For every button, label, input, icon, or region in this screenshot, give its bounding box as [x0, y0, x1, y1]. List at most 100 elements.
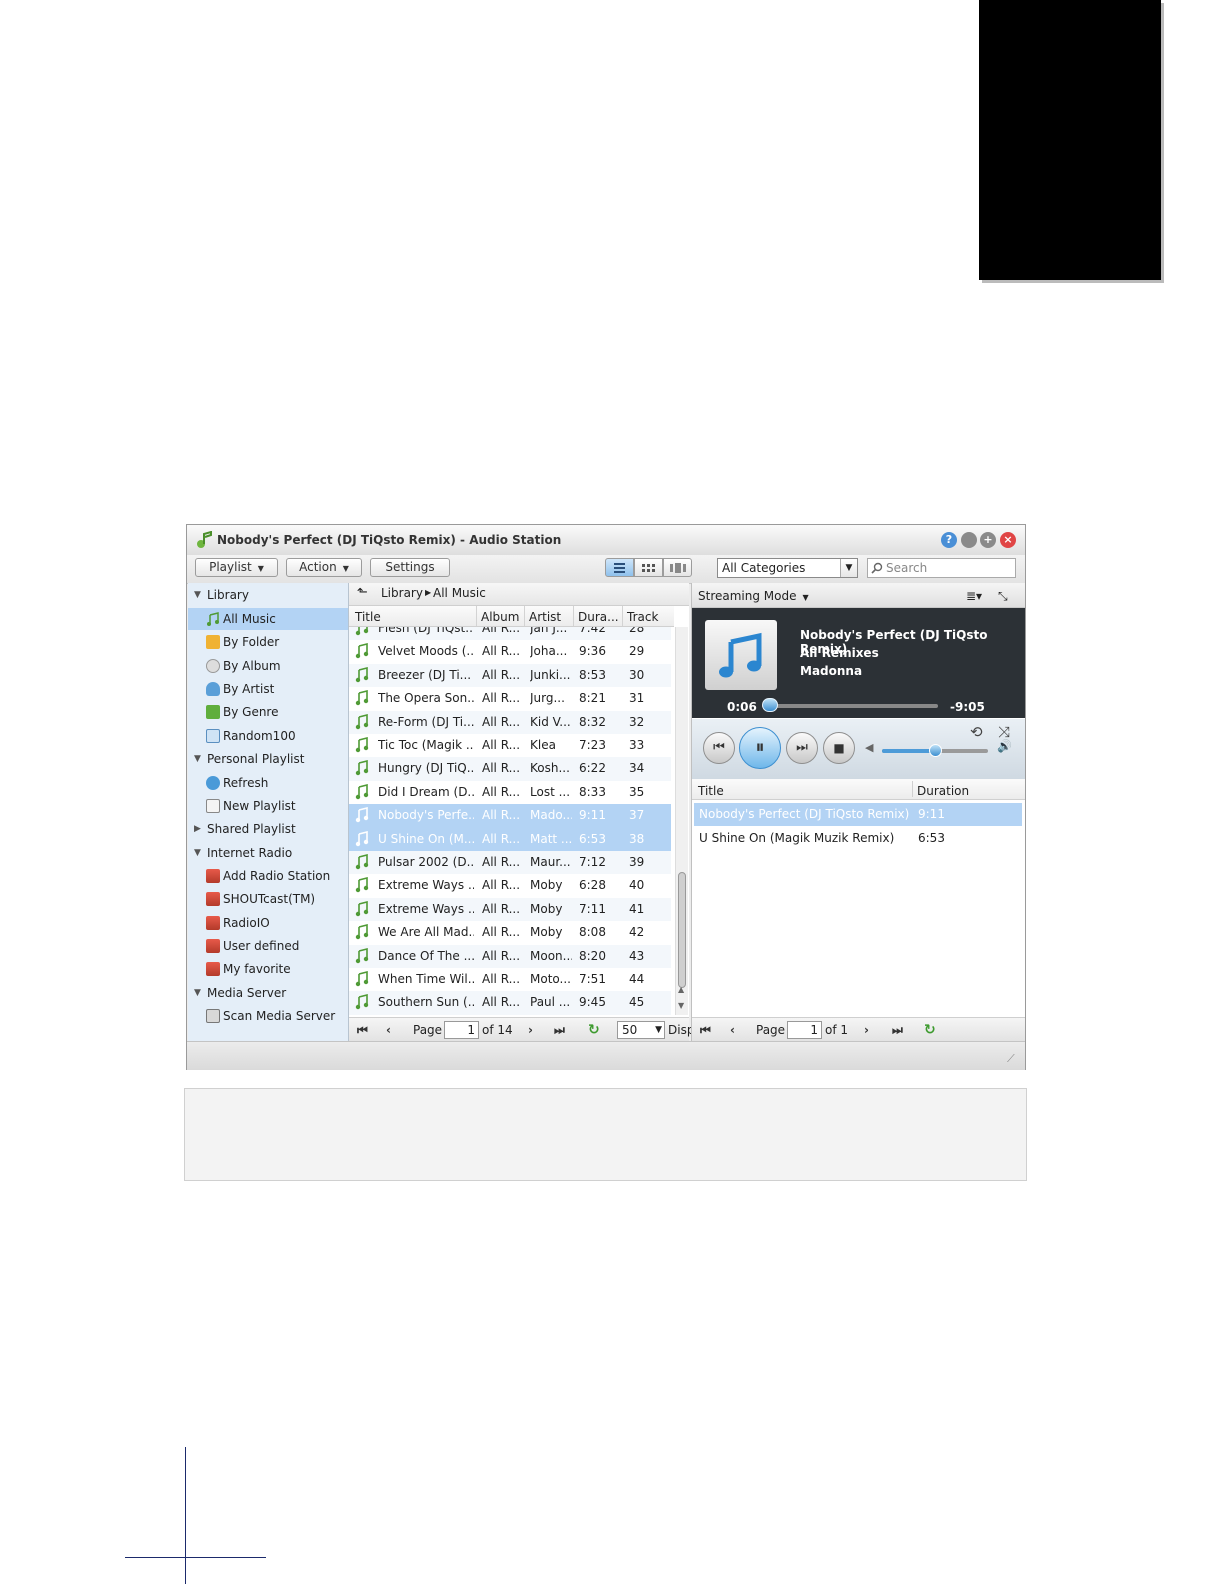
stop-icon[interactable]: ■: [823, 732, 855, 764]
table-row[interactable]: Velvet Moods (... All R... Joha... 9:36 29: [349, 640, 671, 663]
progress-handle[interactable]: [761, 698, 778, 712]
table-row[interactable]: Dance Of The ... All R... Moon... 8:20 43: [349, 944, 671, 968]
search-input[interactable]: Search: [867, 558, 1016, 578]
sidebar-item-my-favorite[interactable]: My favorite: [188, 958, 348, 980]
scrollbar-thumb[interactable]: [678, 872, 686, 988]
volume-mute-icon[interactable]: ◀: [865, 741, 873, 754]
volume-max-icon[interactable]: 🔊: [997, 739, 1012, 753]
list-options-icon[interactable]: ≣▾: [966, 583, 982, 609]
caption-box: [184, 1088, 1027, 1181]
sidebar-item-by-artist[interactable]: By Artist: [188, 678, 348, 700]
repeat-icon[interactable]: ⟲: [970, 723, 983, 741]
table-row[interactable]: We Are All Mad... All R... Moby 8:08 42: [349, 921, 671, 944]
page-number-input[interactable]: 1: [444, 1021, 479, 1039]
sidebar-item-user-defined[interactable]: User defined: [188, 935, 348, 957]
sidebar-item-library[interactable]: ▼ Library: [188, 584, 348, 606]
column-track[interactable]: Track: [623, 606, 674, 626]
prev-page-icon[interactable]: ‹: [386, 1018, 391, 1042]
per-page-select[interactable]: 50 ▼: [617, 1021, 665, 1039]
close-icon[interactable]: ×: [1000, 532, 1016, 548]
cell-track: 41: [629, 901, 645, 916]
category-select[interactable]: All Categories ▼: [717, 558, 858, 578]
next-track-icon[interactable]: ⏭: [786, 732, 818, 764]
sidebar-item-internet-radio[interactable]: ▼ Internet Radio: [188, 842, 348, 864]
table-row[interactable]: Hungry (DJ TiQ... All R... Kosh... 6:22 34: [349, 757, 671, 781]
sidebar-item-media-server[interactable]: ▼ Media Server: [188, 982, 348, 1004]
scroll-down-icon[interactable]: ▼: [678, 1001, 684, 1010]
cell-artist: Jan J...: [530, 627, 568, 635]
breadcrumb-root[interactable]: Library: [381, 583, 423, 603]
sidebar-item-add-radio-station[interactable]: Add Radio Station: [188, 865, 348, 887]
sidebar-item-all-music[interactable]: All Music: [188, 608, 348, 630]
breadcrumb-current: All Music: [433, 586, 486, 600]
cell-duration: 6:22: [579, 761, 606, 776]
sidebar-item-refresh[interactable]: Refresh: [188, 772, 348, 794]
list-view-button[interactable]: [605, 558, 634, 577]
first-page-icon[interactable]: ⏮: [357, 1018, 368, 1042]
column-duration[interactable]: Dura...: [574, 606, 623, 626]
progress-bar[interactable]: [762, 704, 938, 708]
sidebar-item-shared-playlist[interactable]: ▶ Shared Playlist: [188, 818, 348, 840]
table-row[interactable]: The Opera Son... All R... Jurg... 8:21 31: [349, 687, 671, 710]
settings-button[interactable]: Settings: [370, 558, 450, 577]
prev-page-icon[interactable]: ‹: [730, 1018, 735, 1042]
pause-icon[interactable]: ⏸: [739, 727, 781, 769]
playlist-button[interactable]: Playlist ▼: [195, 558, 278, 577]
maximize-icon[interactable]: +: [980, 532, 996, 548]
queue-page-input[interactable]: 1: [787, 1021, 822, 1039]
mini-player-icon[interactable]: ⤡: [998, 583, 1008, 609]
volume-handle[interactable]: [929, 744, 942, 757]
play-queue-pager: ⏮ ‹ Page 1 of 1 › ⏭ ↻: [692, 1017, 1025, 1042]
table-row[interactable]: Nobody's Perfe... All R... Mado... 9:11 37: [349, 804, 671, 828]
help-icon[interactable]: ?: [941, 532, 957, 548]
table-row[interactable]: When Time Wil... All R... Moto... 7:51 44: [349, 968, 671, 991]
table-row[interactable]: Re-Form (DJ Ti... All R... Kid V... 8:32 32: [349, 710, 671, 734]
sidebar-item-random100[interactable]: Random100: [188, 725, 348, 747]
sidebar-item-by-folder[interactable]: By Folder: [188, 631, 348, 653]
scroll-up-icon[interactable]: ▲: [678, 985, 684, 994]
cell-duration: 7:12: [579, 855, 606, 869]
grid-view-button[interactable]: [634, 558, 663, 577]
table-row[interactable]: Southern Sun (... All R... Paul ... 9:45 45: [349, 991, 671, 1015]
previous-track-icon[interactable]: ⏮: [703, 732, 735, 764]
sidebar-item-personal-playlist[interactable]: ▼ Personal Playlist: [188, 748, 348, 770]
sidebar-item-scan-media-server[interactable]: Scan Media Server: [188, 1005, 348, 1027]
song-list-scrollbar[interactable]: ▲ ▼: [675, 627, 688, 1015]
table-row[interactable]: Extreme Ways ... All R... Moby 7:11 41: [349, 897, 671, 922]
music-note-icon: [355, 971, 369, 987]
next-page-icon[interactable]: ›: [864, 1018, 869, 1042]
last-page-icon[interactable]: ⏭: [554, 1018, 565, 1042]
column-album[interactable]: Album: [477, 606, 525, 626]
minimize-icon[interactable]: [961, 532, 977, 548]
column-title[interactable]: Title: [349, 606, 477, 626]
cell-duration: 8:21: [579, 691, 606, 706]
next-page-icon[interactable]: ›: [528, 1018, 533, 1042]
table-row[interactable]: Extreme Ways ... All R... Moby 6:28 40: [349, 874, 671, 897]
queue-row[interactable]: Nobody's Perfect (DJ TiQsto Remix) 9:11: [694, 803, 1022, 826]
coverflow-view-button[interactable]: [663, 558, 692, 577]
table-row[interactable]: U Shine On (M... All R... Matt ... 6:53 38: [349, 827, 671, 851]
first-page-icon[interactable]: ⏮: [700, 1018, 711, 1042]
table-row[interactable]: Flesh (DJ TiQst... All R... Jan J... 7:42 28: [349, 627, 671, 641]
cell-album: All R...: [482, 995, 521, 1010]
sidebar-item-by-genre[interactable]: By Genre: [188, 701, 348, 723]
last-page-icon[interactable]: ⏭: [892, 1018, 903, 1042]
table-row[interactable]: Did I Dream (D... All R... Lost ... 8:33 35: [349, 781, 671, 804]
sidebar-item-new-playlist[interactable]: New Playlist: [188, 795, 348, 817]
refresh-icon[interactable]: ↻: [924, 1018, 936, 1042]
table-row[interactable]: Pulsar 2002 (D... All R... Maur... 7:12 39: [349, 851, 671, 875]
action-button[interactable]: Action ▼: [286, 558, 362, 577]
sidebar-item-by-album[interactable]: By Album: [188, 655, 348, 677]
up-arrow-icon[interactable]: ⬑: [357, 583, 368, 603]
sidebar-item-radioio[interactable]: RadioIO: [188, 912, 348, 934]
streaming-mode-menu[interactable]: Streaming Mode ▼: [698, 583, 809, 611]
table-row[interactable]: Breezer (DJ Ti... All R... Junki... 8:53 30: [349, 663, 671, 688]
table-row[interactable]: Tic Toc (Magik ... All R... Klea 7:23 33: [349, 734, 671, 757]
resize-grip-icon[interactable]: ⟋: [1007, 1052, 1015, 1066]
column-artist[interactable]: Artist: [525, 606, 574, 626]
sidebar-item-label: By Album: [223, 659, 281, 673]
refresh-icon[interactable]: ↻: [588, 1018, 600, 1042]
search-icon: [871, 562, 883, 574]
queue-row[interactable]: U Shine On (Magik Muzik Remix) 6:53: [694, 827, 1022, 850]
sidebar-item-shoutcast[interactable]: SHOUTcast(TM): [188, 888, 348, 910]
